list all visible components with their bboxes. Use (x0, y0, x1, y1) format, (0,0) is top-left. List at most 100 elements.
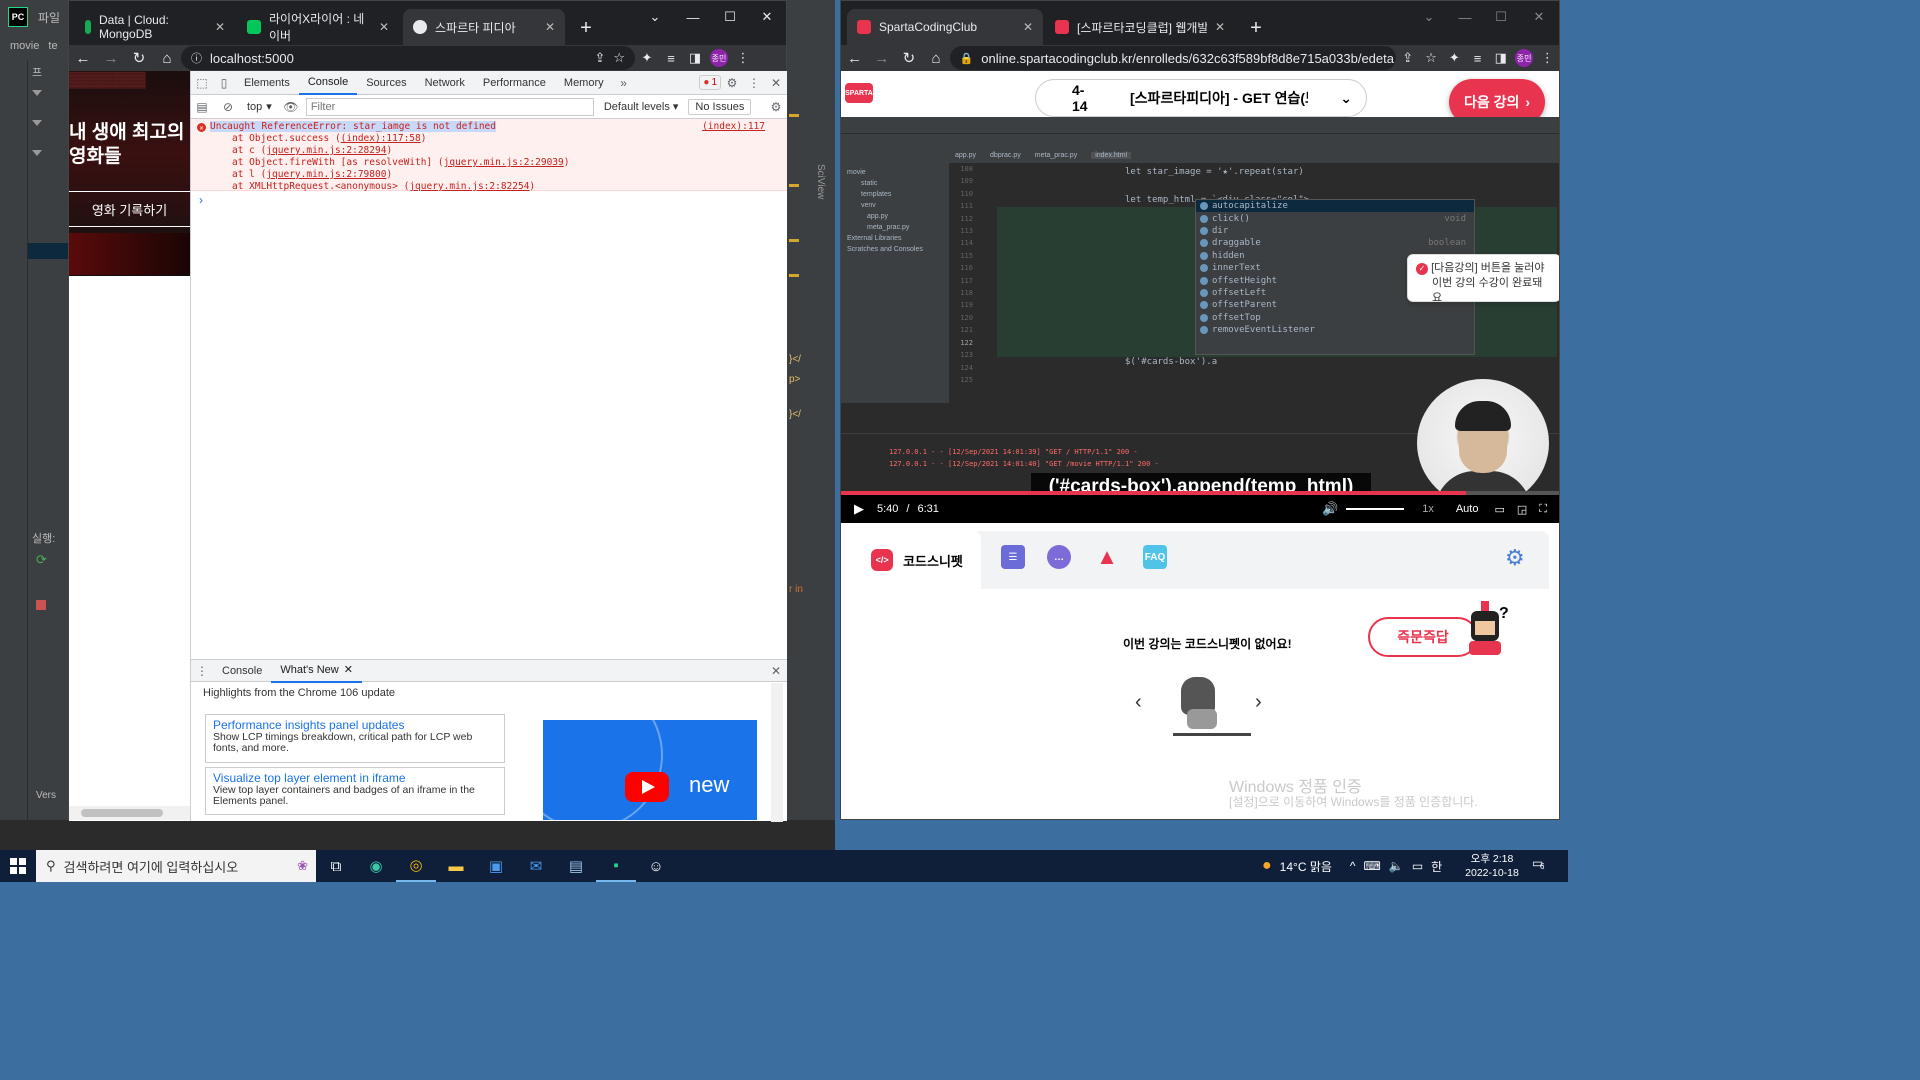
live-expression-eye-icon[interactable]: 👁 (280, 96, 302, 118)
extensions-icon[interactable]: ✦ (635, 46, 659, 70)
close-tab-icon[interactable]: ✕ (545, 20, 555, 34)
log-levels-dropdown[interactable]: Default levels ▾ (598, 100, 685, 114)
reading-list-icon[interactable]: ≡ (659, 46, 683, 70)
drawer-tab-console[interactable]: Console (213, 659, 271, 683)
info-icon[interactable]: ⓘ (191, 50, 202, 66)
drawer-tab-whats-new[interactable]: What's New ✕ (271, 659, 362, 683)
sparta-logo[interactable]: SPARTA (845, 83, 873, 103)
network-app-icon[interactable]: ▤ (556, 850, 596, 882)
notification-center-icon[interactable]: ▭ 6 (1532, 856, 1552, 876)
sidebar-toggle-icon[interactable]: ▤ (191, 96, 213, 118)
settings-gear-icon[interactable]: ⚙ (1505, 545, 1525, 571)
pycharm-taskbar-icon[interactable]: ▪ (596, 850, 636, 882)
back-icon[interactable]: ← (841, 45, 868, 71)
scrollbar-thumb[interactable] (81, 809, 163, 817)
taskbar-search-box[interactable]: ⚲ 검색하려면 여기에 입력하십시오 ❀ (36, 850, 316, 882)
minimize-button[interactable]: — (675, 7, 711, 27)
reload-icon[interactable]: ↻ (895, 45, 922, 71)
tree-item[interactable]: 프 (32, 64, 42, 80)
inspect-element-icon[interactable]: ⬚ (191, 72, 213, 94)
address-bar[interactable]: ⓘ localhost:5000 ⇪ ☆ (181, 46, 635, 70)
whats-new-card[interactable]: Visualize top layer element in iframe Vi… (205, 767, 505, 815)
next-arrow-icon[interactable]: › (1255, 691, 1262, 714)
tab-sources[interactable]: Sources (357, 71, 415, 95)
maximize-button[interactable]: ☐ (1483, 7, 1519, 27)
tray-expand-icon[interactable]: ^ (1350, 859, 1356, 873)
captions-icon[interactable]: ▭ (1494, 503, 1504, 516)
task-view-icon[interactable]: ⧉ (316, 850, 356, 882)
console-filter-input[interactable] (305, 97, 594, 116)
profile-avatar[interactable]: 종민 (707, 46, 731, 70)
tree-expand-icon[interactable] (32, 150, 42, 160)
stack-link[interactable]: jquery.min.js:2:28294 (266, 145, 386, 156)
tab-mongodb[interactable]: Data | Cloud: MongoDB ✕ (75, 9, 235, 45)
breadcrumb-project[interactable]: movie (10, 40, 39, 52)
close-tab-icon[interactable]: ✕ (1215, 20, 1225, 34)
rerun-icon[interactable]: ⟳ (36, 552, 47, 568)
settings-gear-icon[interactable]: ⚙ (721, 72, 743, 94)
misc-app-icon[interactable]: ☺ (636, 850, 676, 882)
windows-start-button[interactable] (0, 850, 36, 882)
tree-expand-icon[interactable] (32, 90, 42, 100)
chat-bubble-icon[interactable]: … (1047, 545, 1071, 569)
close-tab-icon[interactable]: ✕ (1023, 20, 1033, 34)
home-icon[interactable]: ⌂ (153, 45, 181, 71)
error-count-badge[interactable]: ● 1 (699, 75, 721, 90)
tab-console[interactable]: Console (298, 71, 358, 95)
faq-icon[interactable]: FAQ (1143, 545, 1167, 569)
side-panel-icon[interactable]: ◨ (683, 46, 707, 70)
drawer-menu-icon[interactable]: ⋮ (191, 660, 213, 682)
breadcrumb-folder[interactable]: te (48, 40, 57, 52)
close-window-button[interactable]: ✕ (1521, 7, 1557, 27)
more-tabs-icon[interactable]: » (613, 72, 635, 94)
sciview-tab[interactable]: SciView (815, 164, 826, 199)
close-drawer-icon[interactable]: ✕ (765, 660, 787, 682)
console-error-message[interactable]: ✕ Uncaught ReferenceError: star_iamge is… (191, 119, 787, 192)
speaker-icon[interactable]: 🔈 (1389, 859, 1404, 873)
notes-icon[interactable]: ☰ (1001, 545, 1025, 569)
whats-new-video-thumbnail[interactable]: new (543, 720, 757, 820)
issues-button[interactable]: No Issues (688, 98, 752, 115)
tab-search-icon[interactable]: ⌄ (1411, 7, 1447, 27)
microsoft-store-icon[interactable]: ▣ (476, 850, 516, 882)
console-settings-gear-icon[interactable]: ⚙ (765, 96, 787, 118)
volume-slider[interactable] (1346, 508, 1405, 510)
tab-sparta-course[interactable]: [스파르타코딩클럽] 웹개발 종합 ✕ (1045, 9, 1235, 45)
side-panel-icon[interactable]: ◨ (1489, 46, 1512, 70)
bookmark-star-icon[interactable]: ☆ (613, 50, 625, 66)
stack-link[interactable]: jquery.min.js:2:29039 (444, 157, 564, 168)
prev-arrow-icon[interactable]: ‹ (1135, 691, 1142, 714)
reading-list-icon[interactable]: ≡ (1466, 46, 1489, 70)
forward-icon[interactable]: → (97, 45, 125, 71)
youtube-play-icon[interactable] (625, 772, 669, 802)
card-title[interactable]: Visualize top layer element in iframe (213, 771, 497, 785)
tree-selected-row[interactable] (28, 243, 68, 259)
maximize-button[interactable]: ☐ (712, 7, 748, 27)
battery-icon[interactable]: ▭ (1412, 859, 1423, 873)
tab-performance[interactable]: Performance (474, 71, 555, 95)
close-devtools-icon[interactable]: ✕ (765, 72, 787, 94)
console-prompt-icon[interactable]: › (199, 193, 203, 207)
fullscreen-icon[interactable]: ⛶ (1539, 503, 1547, 516)
card-title[interactable]: Performance insights panel updates (213, 718, 497, 732)
close-tab-icon[interactable]: ✕ (379, 20, 389, 34)
kebab-menu-icon[interactable]: ⋮ (1536, 46, 1559, 70)
speed-button[interactable]: 1x (1422, 503, 1434, 515)
record-movie-button[interactable]: 영화 기록하기 (69, 191, 190, 227)
bookmark-star-icon[interactable]: ☆ (1419, 46, 1442, 70)
tab-sparta[interactable]: SpartaCodingClub ✕ (847, 9, 1043, 45)
devtools-menu-icon[interactable]: ⋮ (743, 72, 765, 94)
weather-text[interactable]: 14°C 맑음 (1280, 858, 1332, 875)
lock-icon[interactable]: 🔒 (960, 52, 974, 65)
tab-spartapedia[interactable]: 스파르타 피디아 ✕ (403, 9, 565, 45)
close-window-button[interactable]: ✕ (749, 7, 785, 27)
close-tab-icon[interactable]: ✕ (215, 20, 225, 34)
lecture-selector[interactable]: 4-14 [스파르타피디아] - GET 연습(보여 ⌄ (1035, 79, 1367, 117)
pip-icon[interactable]: ◲ (1517, 503, 1527, 516)
stack-link[interactable]: (index):117:58 (341, 133, 421, 144)
back-icon[interactable]: ← (69, 45, 97, 71)
warning-icon[interactable]: ▲ (1095, 544, 1119, 569)
address-bar[interactable]: 🔒 online.spartacodingclub.kr/enrolleds/6… (949, 46, 1397, 70)
kebab-menu-icon[interactable]: ⋮ (731, 46, 755, 70)
tab-search-icon[interactable]: ⌄ (637, 7, 673, 27)
